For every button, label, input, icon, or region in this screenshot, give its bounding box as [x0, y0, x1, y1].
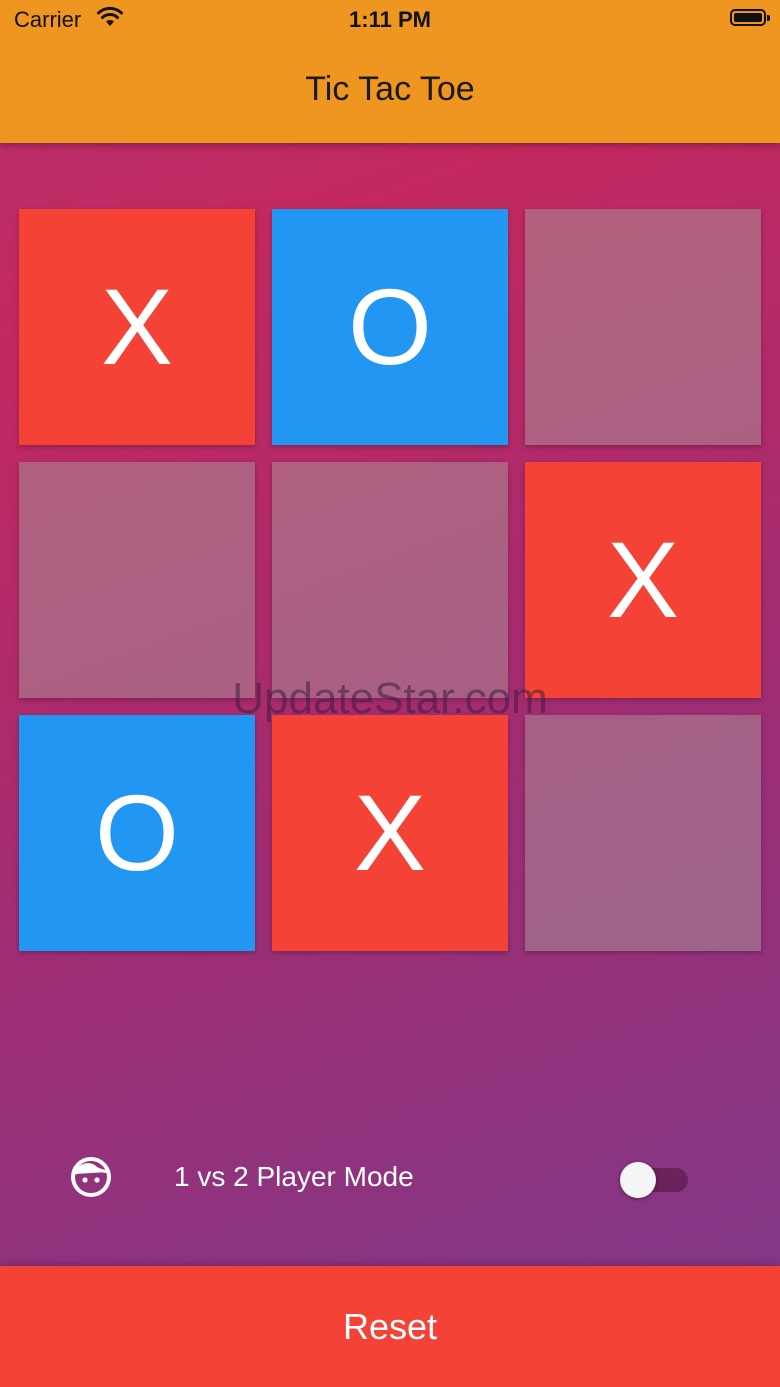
- board-cell-9[interactable]: [525, 715, 761, 951]
- reset-button[interactable]: Reset: [0, 1266, 780, 1387]
- watermark-text: UpdateStar.com: [232, 674, 548, 723]
- status-time: 1:11 PM: [349, 7, 431, 32]
- board-cell-4[interactable]: [19, 462, 255, 698]
- page-title: Tic Tac Toe: [305, 70, 475, 108]
- board-cell-8[interactable]: X: [272, 715, 508, 951]
- board-cell-7[interactable]: O: [19, 715, 255, 951]
- player-mode-row: 1 vs 2 Player Mode: [0, 1150, 780, 1204]
- board-cell-5[interactable]: [272, 462, 508, 698]
- toggle-knob[interactable]: [620, 1162, 656, 1198]
- face-icon: [70, 1156, 112, 1203]
- board-cell-2[interactable]: O: [272, 209, 508, 445]
- board-cell-6[interactable]: X: [525, 462, 761, 698]
- player-mode-toggle[interactable]: [620, 1162, 688, 1198]
- board-cell-1[interactable]: X: [19, 209, 255, 445]
- battery-icon: [730, 9, 770, 26]
- player-mode-label: 1 vs 2 Player Mode: [174, 1161, 414, 1192]
- board-cell-3[interactable]: [525, 209, 761, 445]
- game-board: X O X O X: [19, 209, 761, 951]
- status-bar: Carrier 1:11 PM: [0, 0, 780, 40]
- app-bar: Carrier 1:11 PM Tic Tac Toe: [0, 0, 780, 143]
